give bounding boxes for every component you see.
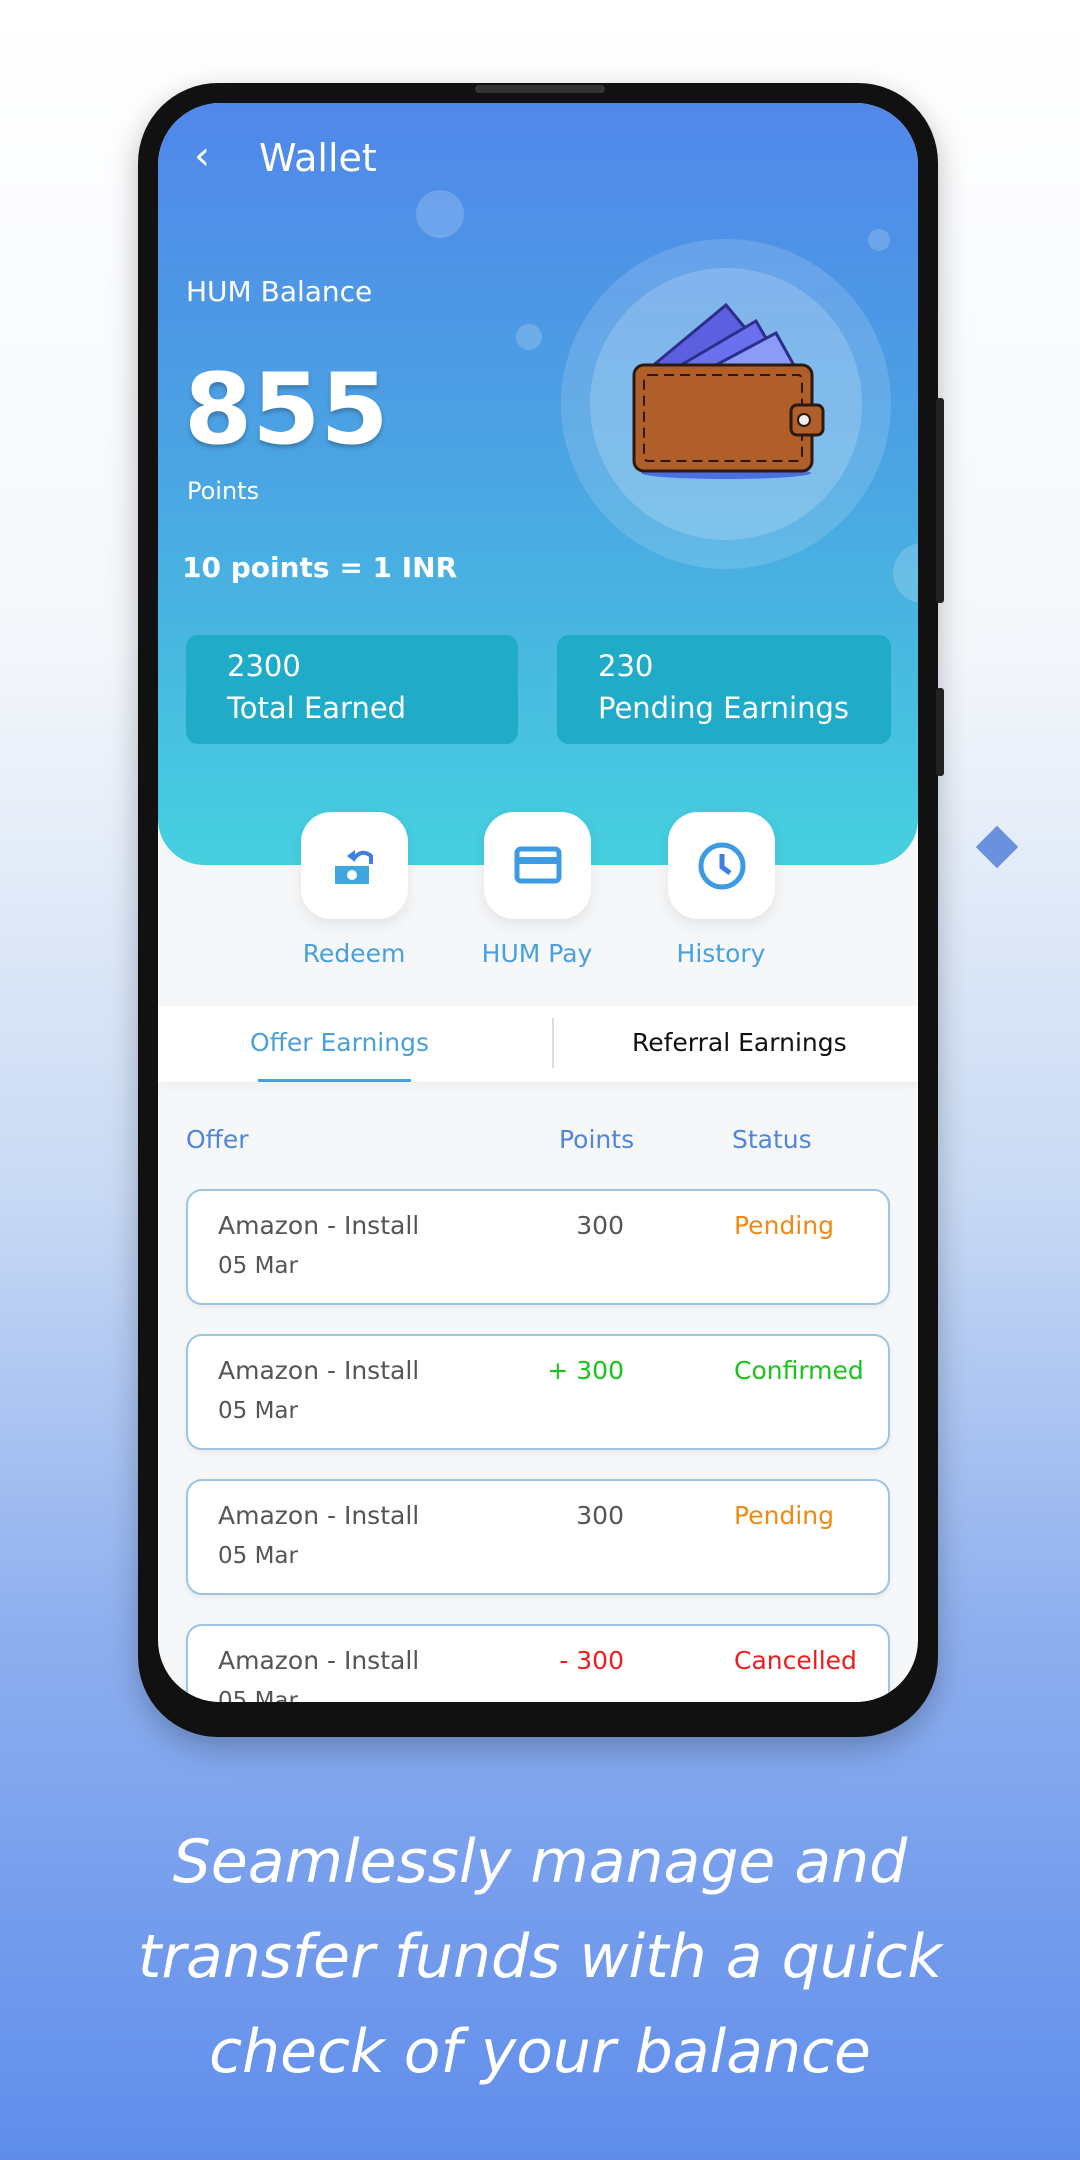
history-label: History <box>676 939 766 968</box>
total-earned-value: 2300 <box>227 649 301 683</box>
pending-earnings-value: 230 <box>598 649 654 683</box>
offer-points: 300 <box>576 1501 624 1530</box>
decorative-diamond <box>975 825 1019 869</box>
offer-date: 05 Mar <box>218 1543 298 1569</box>
wallet-illustration-icon <box>632 302 825 479</box>
caption-line: transfer funds with a quick <box>137 1922 943 1992</box>
history-button[interactable] <box>668 812 775 919</box>
tab-referral-earnings[interactable]: Referral Earnings <box>632 1028 847 1057</box>
offer-date: 05 Mar <box>218 1688 298 1702</box>
wallet-screen: ‹ Wallet HUM Balance 855 Points 10 point… <box>158 103 918 1702</box>
earning-row[interactable]: Amazon - Install 05 Mar 300 Pending <box>186 1189 890 1305</box>
earning-row[interactable]: Amazon - Install 05 Mar 300 Pending <box>186 1479 890 1595</box>
page-title: Wallet <box>259 136 377 180</box>
wallet-header: ‹ Wallet HUM Balance 855 Points 10 point… <box>158 103 918 865</box>
offer-status: Confirmed <box>734 1356 864 1385</box>
total-earned-label: Total Earned <box>227 691 407 725</box>
earning-row[interactable]: Amazon - Install 05 Mar + 300 Confirmed <box>186 1334 890 1450</box>
tab-offer-earnings[interactable]: Offer Earnings <box>250 1028 429 1057</box>
offer-points: - 300 <box>559 1646 624 1675</box>
redeem-label: Redeem <box>302 939 406 968</box>
phone-power-button <box>936 688 944 776</box>
offer-name: Amazon - Install <box>218 1501 420 1530</box>
column-offer: Offer <box>186 1125 249 1154</box>
column-status: Status <box>732 1125 812 1154</box>
phone-speaker <box>475 85 605 93</box>
offer-date: 05 Mar <box>218 1253 298 1279</box>
total-earned-card: 2300 Total Earned <box>186 635 518 744</box>
offer-name: Amazon - Install <box>218 1211 420 1240</box>
promo-caption: Seamlessly manage and transfer funds wit… <box>0 1815 1080 2100</box>
tab-divider <box>552 1018 554 1068</box>
balance-value: 855 <box>184 353 389 467</box>
conversion-rate: 10 points = 1 INR <box>182 551 458 584</box>
active-tab-indicator <box>258 1079 411 1082</box>
offer-name: Amazon - Install <box>218 1356 420 1385</box>
balance-unit: Points <box>187 477 260 505</box>
offer-points: + 300 <box>547 1356 624 1385</box>
caption-line: Seamlessly manage and <box>172 1827 908 1897</box>
phone-volume-button <box>936 398 944 603</box>
offer-points: 300 <box>576 1211 624 1240</box>
offer-status: Pending <box>734 1501 834 1530</box>
redeem-button[interactable] <box>301 812 408 919</box>
offer-status: Pending <box>734 1211 834 1240</box>
earnings-tabs: Offer Earnings Referral Earnings <box>158 1006 918 1082</box>
card-icon <box>514 846 561 883</box>
clock-icon <box>698 842 745 889</box>
hum-pay-button[interactable] <box>484 812 591 919</box>
column-points: Points <box>559 1125 635 1154</box>
offer-name: Amazon - Install <box>218 1646 420 1675</box>
pending-earnings-label: Pending Earnings <box>598 691 849 725</box>
offer-status: Cancelled <box>734 1646 857 1675</box>
earning-row[interactable]: Amazon - Install 05 Mar - 300 Cancelled <box>186 1624 890 1702</box>
caption-line: check of your balance <box>209 2017 871 2087</box>
redeem-cash-icon <box>334 849 373 884</box>
balance-label: HUM Balance <box>186 275 373 308</box>
back-button[interactable]: ‹ <box>194 133 210 179</box>
hum-pay-label: HUM Pay <box>481 939 593 968</box>
pending-earnings-card: 230 Pending Earnings <box>557 635 891 744</box>
offer-date: 05 Mar <box>218 1398 298 1424</box>
